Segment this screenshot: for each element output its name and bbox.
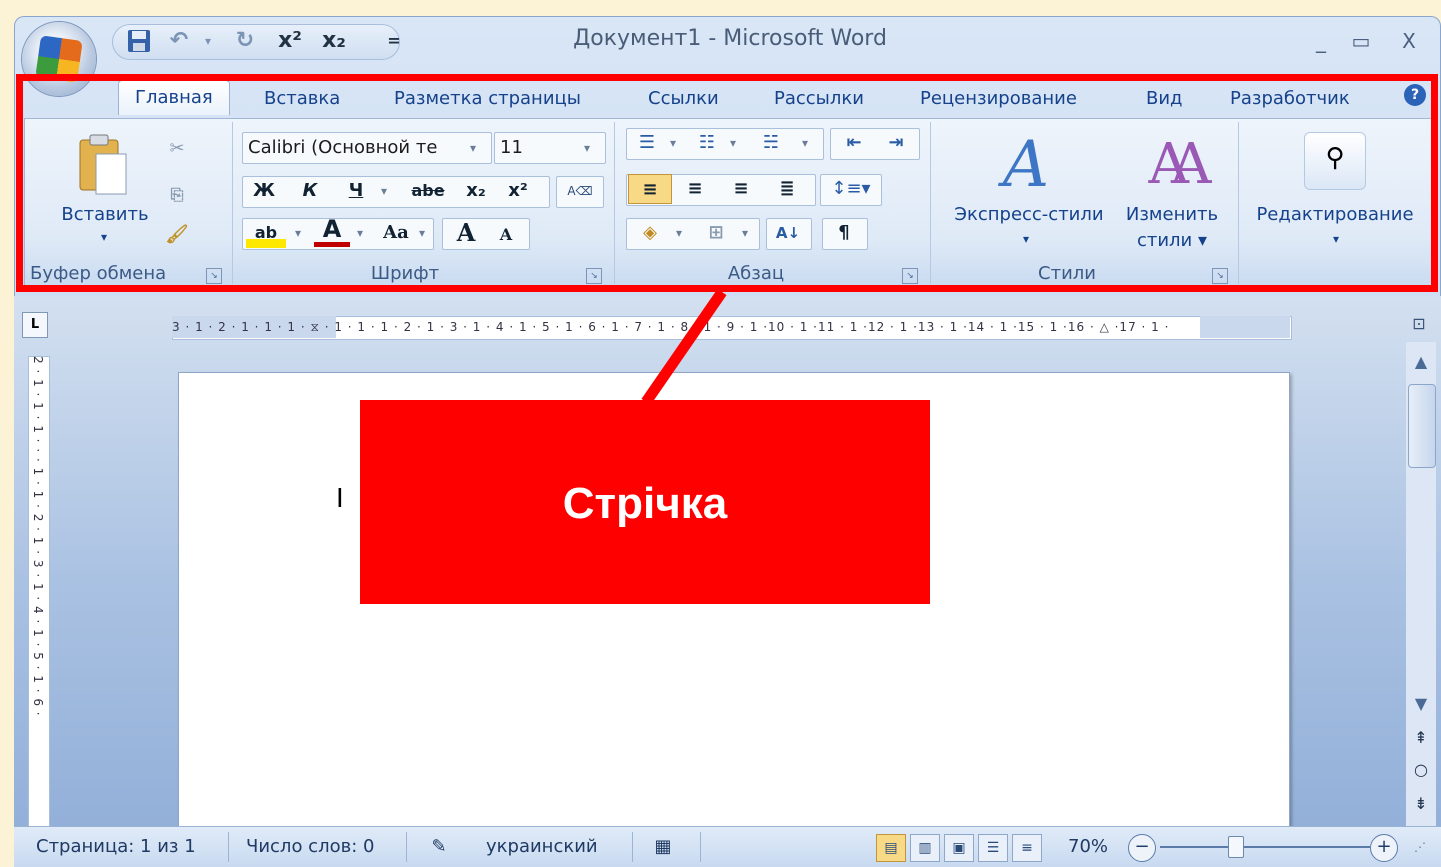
status-separator (406, 832, 407, 862)
undo-arrow-icon[interactable]: ↶ (164, 26, 194, 56)
redo-arrow-icon[interactable]: ↻ (230, 26, 260, 56)
draft-view-icon[interactable]: ≡ (1012, 834, 1042, 862)
callout-label: Стрічка (562, 479, 728, 528)
subscript-button[interactable]: x₂ (314, 26, 354, 56)
zoom-level[interactable]: 70% (1068, 834, 1108, 860)
resize-grip-icon[interactable]: ⋰ (1414, 840, 1432, 858)
vertical-ruler-marks: 2 · 1 · 1 · 1 · · · 1 · 1 · 2 · 1 · 3 · … (31, 356, 45, 717)
minimize-button[interactable]: _ (1306, 26, 1336, 56)
word-count-status[interactable]: Число слов: 0 (246, 834, 374, 860)
undo-dropdown-icon[interactable]: ▾ (198, 26, 218, 56)
proofing-book-icon[interactable]: ✎ (424, 834, 454, 860)
maximize-button[interactable]: ▭ (1346, 26, 1376, 56)
scroll-up-arrow-icon[interactable]: ▲ (1408, 352, 1434, 378)
zoom-out-icon[interactable]: − (1128, 834, 1156, 862)
full-screen-reading-icon[interactable]: ▥ (910, 834, 940, 862)
status-separator (228, 832, 229, 862)
next-page-icon[interactable]: ⇟ (1408, 794, 1434, 818)
select-browse-object-icon[interactable]: ○ (1408, 760, 1434, 784)
status-separator (700, 832, 701, 862)
ribbon-highlight-frame (16, 74, 1438, 292)
zoom-slider-thumb[interactable] (1228, 836, 1244, 858)
customize-toolbar-button[interactable]: = (384, 26, 404, 56)
print-layout-view-icon[interactable]: ▤ (876, 834, 906, 862)
view-ruler-icon[interactable]: ⊡ (1404, 314, 1434, 344)
scrollbar-thumb[interactable] (1408, 384, 1436, 468)
zoom-slider[interactable] (1160, 846, 1370, 848)
horizontal-ruler-marks: 3 · 1 · 2 · 1 · 1 · 1 · ⧖ · 1 · 1 · 1 · … (172, 320, 1170, 334)
previous-page-icon[interactable]: ⇞ (1408, 728, 1434, 752)
text-cursor: I (336, 484, 344, 514)
macro-record-icon[interactable]: ▦ (648, 834, 678, 860)
language-status[interactable]: украинский (486, 834, 598, 860)
outline-view-icon[interactable]: ☰ (978, 834, 1008, 862)
scroll-down-arrow-icon[interactable]: ▼ (1408, 694, 1434, 720)
web-layout-icon[interactable]: ▣ (944, 834, 974, 862)
zoom-in-icon[interactable]: + (1370, 834, 1398, 862)
status-separator (632, 832, 633, 862)
page-count-status[interactable]: Страница: 1 из 1 (36, 834, 196, 860)
tab-selector-button[interactable]: L (22, 312, 48, 338)
window-title: Документ1 - Microsoft Word (573, 26, 887, 51)
floppy-disk-icon[interactable] (124, 26, 154, 56)
superscript-button[interactable]: x² (270, 26, 310, 56)
close-button[interactable]: X (1394, 26, 1424, 56)
